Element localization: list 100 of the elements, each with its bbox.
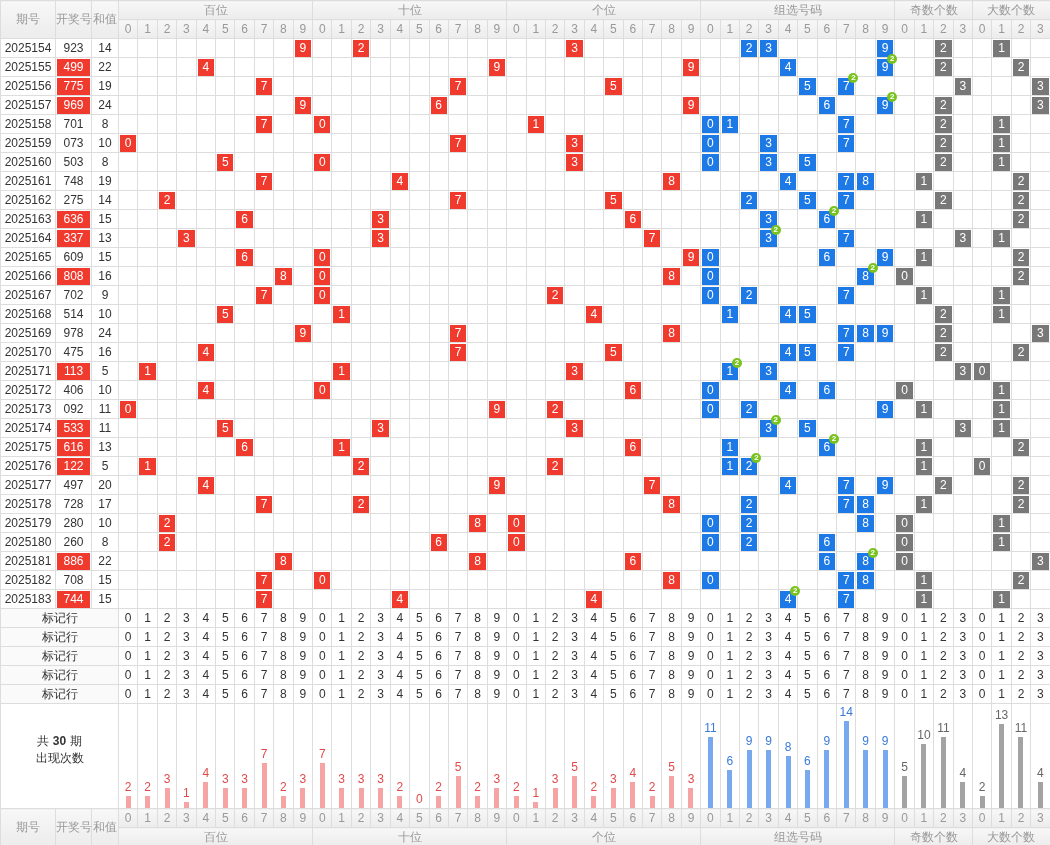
mark-digit[interactable]: 0 bbox=[506, 646, 527, 666]
mark-digit[interactable]: 0 bbox=[312, 608, 332, 628]
mark-digit[interactable]: 2 bbox=[1011, 684, 1031, 704]
mark-digit[interactable]: 5 bbox=[409, 627, 429, 647]
mark-digit[interactable]: 1 bbox=[720, 684, 740, 704]
mark-digit[interactable]: 7 bbox=[642, 646, 662, 666]
mark-digit[interactable]: 3 bbox=[370, 646, 391, 666]
mark-digit[interactable]: 1 bbox=[526, 627, 546, 647]
mark-digit[interactable]: 2 bbox=[351, 646, 371, 666]
mark-digit[interactable]: 6 bbox=[817, 627, 837, 647]
mark-digit[interactable]: 2 bbox=[933, 665, 954, 685]
mark-digit[interactable]: 3 bbox=[176, 608, 197, 628]
mark-digit[interactable]: 0 bbox=[700, 646, 721, 666]
mark-digit[interactable]: 3 bbox=[953, 608, 973, 628]
mark-digit[interactable]: 0 bbox=[972, 684, 992, 704]
mark-digit[interactable]: 7 bbox=[448, 665, 468, 685]
mark-digit[interactable]: 4 bbox=[584, 684, 604, 704]
mark-digit[interactable]: 3 bbox=[758, 665, 779, 685]
mark-digit[interactable]: 2 bbox=[1011, 608, 1031, 628]
mark-digit[interactable]: 2 bbox=[545, 646, 565, 666]
mark-digit[interactable]: 2 bbox=[545, 684, 565, 704]
mark-digit[interactable]: 2 bbox=[739, 608, 759, 628]
mark-digit[interactable]: 8 bbox=[855, 665, 876, 685]
mark-digit[interactable]: 2 bbox=[545, 608, 565, 628]
mark-digit[interactable]: 8 bbox=[661, 646, 682, 666]
mark-digit[interactable]: 4 bbox=[584, 608, 604, 628]
mark-digit[interactable]: 2 bbox=[157, 684, 177, 704]
mark-digit[interactable]: 8 bbox=[467, 608, 488, 628]
mark-digit[interactable]: 0 bbox=[312, 684, 332, 704]
mark-digit[interactable]: 2 bbox=[1011, 646, 1031, 666]
mark-digit[interactable]: 8 bbox=[273, 608, 294, 628]
mark-digit[interactable]: 4 bbox=[196, 684, 216, 704]
mark-digit[interactable]: 7 bbox=[836, 684, 856, 704]
mark-digit[interactable]: 4 bbox=[196, 627, 216, 647]
mark-digit[interactable]: 9 bbox=[681, 608, 701, 628]
mark-digit[interactable]: 1 bbox=[526, 646, 546, 666]
mark-digit[interactable]: 4 bbox=[196, 665, 216, 685]
mark-digit[interactable]: 1 bbox=[991, 665, 1012, 685]
mark-digit[interactable]: 1 bbox=[331, 646, 352, 666]
mark-digit[interactable]: 2 bbox=[157, 646, 177, 666]
mark-digit[interactable]: 9 bbox=[875, 646, 895, 666]
mark-digit[interactable]: 6 bbox=[234, 684, 255, 704]
mark-digit[interactable]: 3 bbox=[176, 646, 197, 666]
mark-digit[interactable]: 2 bbox=[739, 665, 759, 685]
mark-digit[interactable]: 3 bbox=[176, 627, 197, 647]
mark-digit[interactable]: 8 bbox=[661, 684, 682, 704]
mark-digit[interactable]: 4 bbox=[390, 627, 410, 647]
mark-digit[interactable]: 1 bbox=[137, 646, 158, 666]
mark-digit[interactable]: 3 bbox=[953, 627, 973, 647]
mark-digit[interactable]: 2 bbox=[157, 627, 177, 647]
mark-digit[interactable]: 8 bbox=[855, 684, 876, 704]
mark-digit[interactable]: 0 bbox=[118, 608, 138, 628]
mark-digit[interactable]: 3 bbox=[370, 608, 391, 628]
mark-digit[interactable]: 7 bbox=[254, 627, 274, 647]
mark-digit[interactable]: 9 bbox=[875, 627, 895, 647]
mark-digit[interactable]: 8 bbox=[661, 665, 682, 685]
mark-digit[interactable]: 7 bbox=[642, 627, 662, 647]
mark-digit[interactable]: 2 bbox=[739, 627, 759, 647]
mark-digit[interactable]: 2 bbox=[351, 627, 371, 647]
mark-digit[interactable]: 6 bbox=[429, 665, 449, 685]
mark-digit[interactable]: 9 bbox=[681, 627, 701, 647]
mark-digit[interactable]: 4 bbox=[390, 646, 410, 666]
mark-digit[interactable]: 1 bbox=[137, 627, 158, 647]
mark-digit[interactable]: 5 bbox=[603, 665, 624, 685]
mark-digit[interactable]: 3 bbox=[564, 665, 585, 685]
mark-digit[interactable]: 8 bbox=[661, 608, 682, 628]
mark-digit[interactable]: 0 bbox=[972, 608, 992, 628]
mark-digit[interactable]: 9 bbox=[681, 646, 701, 666]
mark-digit[interactable]: 8 bbox=[273, 627, 294, 647]
mark-digit[interactable]: 2 bbox=[545, 627, 565, 647]
mark-digit[interactable]: 0 bbox=[700, 608, 721, 628]
mark-digit[interactable]: 5 bbox=[215, 665, 235, 685]
mark-digit[interactable]: 5 bbox=[797, 608, 818, 628]
mark-digit[interactable]: 2 bbox=[933, 608, 954, 628]
mark-digit[interactable]: 8 bbox=[467, 684, 488, 704]
mark-digit[interactable]: 4 bbox=[390, 608, 410, 628]
mark-digit[interactable]: 9 bbox=[293, 684, 313, 704]
mark-digit[interactable]: 7 bbox=[254, 684, 274, 704]
mark-digit[interactable]: 1 bbox=[720, 646, 740, 666]
mark-digit[interactable]: 3 bbox=[564, 608, 585, 628]
mark-digit[interactable]: 5 bbox=[409, 608, 429, 628]
mark-digit[interactable]: 2 bbox=[739, 646, 759, 666]
mark-digit[interactable]: 0 bbox=[700, 627, 721, 647]
mark-digit[interactable]: 3 bbox=[953, 665, 973, 685]
mark-digit[interactable]: 6 bbox=[429, 684, 449, 704]
mark-digit[interactable]: 3 bbox=[758, 684, 779, 704]
mark-digit[interactable]: 2 bbox=[545, 665, 565, 685]
mark-digit[interactable]: 4 bbox=[778, 608, 798, 628]
mark-digit[interactable]: 1 bbox=[526, 608, 546, 628]
mark-digit[interactable]: 9 bbox=[875, 665, 895, 685]
mark-digit[interactable]: 5 bbox=[603, 627, 624, 647]
mark-digit[interactable]: 0 bbox=[506, 684, 527, 704]
mark-digit[interactable]: 2 bbox=[351, 665, 371, 685]
mark-digit[interactable]: 9 bbox=[487, 608, 507, 628]
mark-digit[interactable]: 5 bbox=[215, 646, 235, 666]
mark-digit[interactable]: 4 bbox=[584, 646, 604, 666]
mark-digit[interactable]: 1 bbox=[720, 665, 740, 685]
mark-digit[interactable]: 0 bbox=[506, 608, 527, 628]
mark-digit[interactable]: 6 bbox=[623, 665, 643, 685]
mark-digit[interactable]: 7 bbox=[642, 665, 662, 685]
